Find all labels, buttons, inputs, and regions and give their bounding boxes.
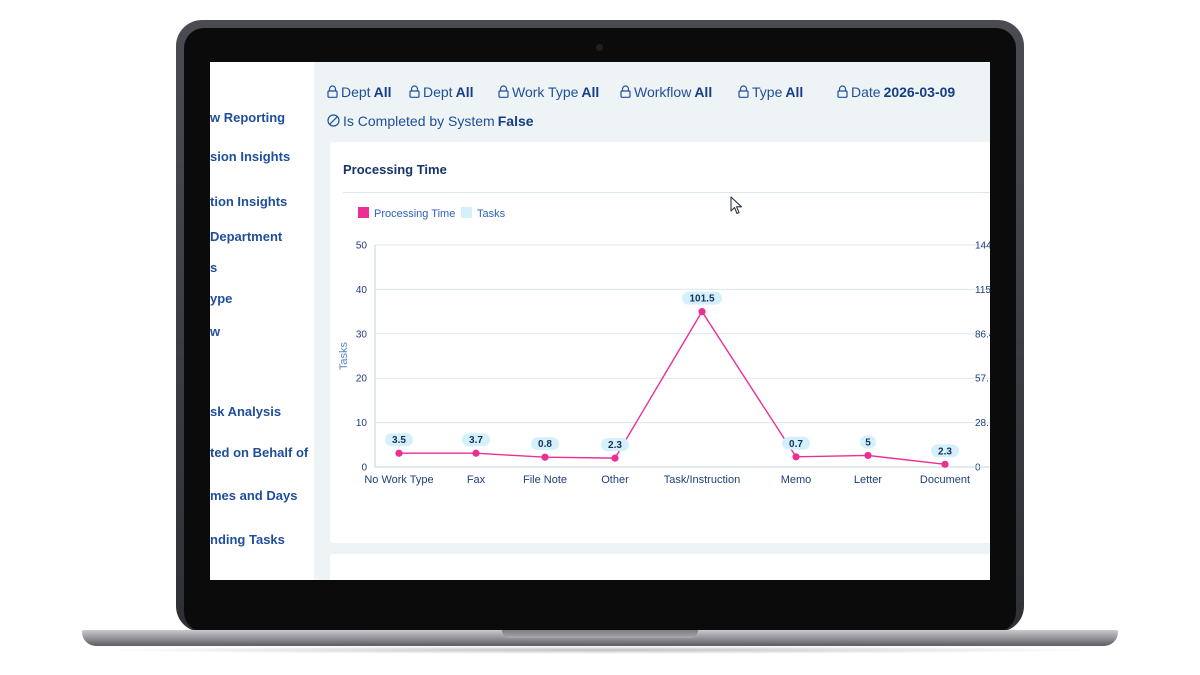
data-point <box>941 460 949 468</box>
x-tick-label: Task/Instruction <box>664 474 740 486</box>
filter-key: Type <box>752 84 783 100</box>
x-tick-label: Letter <box>854 474 882 486</box>
x-tick-label: File Note <box>523 474 567 486</box>
y2-tick-label: 115 <box>975 285 990 296</box>
processing-time-chart: 0 10 20 30 40 50 0 28. 57. 86.4 115 144 Tasks No Work… <box>338 241 990 486</box>
filter-key: Work Type <box>512 84 579 100</box>
data-label: 3.7 <box>469 435 483 446</box>
x-tick-label: No Work Type <box>364 474 433 486</box>
sidebar-item-pending-tasks[interactable]: nding Tasks <box>210 532 285 547</box>
laptop-shadow <box>90 646 1110 654</box>
y-tick-label: 0 <box>361 463 367 474</box>
sidebar-item-type[interactable]: ype <box>210 291 232 306</box>
lock-icon <box>738 85 749 98</box>
filter-value: All <box>785 84 804 100</box>
sidebar-item-action-insights[interactable]: tion Insights <box>210 194 287 209</box>
x-tick-label: Other <box>601 474 629 486</box>
lock-icon <box>837 85 848 98</box>
y-tick-label: 30 <box>356 329 368 340</box>
filter-workflow[interactable]: Workflow All <box>620 84 712 100</box>
y-tick-label: 40 <box>356 285 368 296</box>
y2-tick-label: 144 <box>975 241 990 252</box>
sidebar-item-task-analysis[interactable]: sk Analysis <box>210 404 281 419</box>
data-label: 0.7 <box>789 439 803 450</box>
data-label: 2.3 <box>608 440 622 451</box>
data-point <box>864 451 872 460</box>
data-point <box>611 454 619 462</box>
data-point <box>472 449 480 457</box>
lock-icon <box>620 85 631 98</box>
y2-tick-label: 0 <box>975 463 981 474</box>
filter-value: All <box>581 84 600 100</box>
laptop-notch <box>502 630 698 638</box>
sidebar-item-department[interactable]: Department <box>210 229 282 244</box>
x-tick-label: Memo <box>781 474 812 486</box>
x-tick-label: Fax <box>467 474 486 486</box>
data-point <box>698 308 706 316</box>
filter-is-completed-by-system[interactable]: Is Completed by System False <box>327 113 534 129</box>
lock-icon <box>498 85 509 98</box>
x-tick-label: Document <box>920 474 970 486</box>
data-point <box>541 453 549 461</box>
main-panel: Dept All Dept All Work Type All Workflow All… <box>314 62 990 580</box>
data-point <box>792 453 800 461</box>
data-label: 0.8 <box>538 439 552 450</box>
filter-key: Workflow <box>634 84 692 100</box>
filter-key: Is Completed by System <box>343 113 495 129</box>
sidebar-item-workflow[interactable]: w <box>210 324 220 339</box>
filter-key: Dept <box>423 84 453 100</box>
filter-value: False <box>497 113 534 129</box>
filter-date[interactable]: Date 2026-03-09 <box>837 84 955 100</box>
filter-dept-1[interactable]: Dept All <box>327 84 391 100</box>
y-axis-label: Tasks <box>338 341 350 370</box>
y-tick-label: 50 <box>356 241 368 252</box>
data-label: 5 <box>865 437 871 448</box>
filter-key: Date <box>851 84 881 100</box>
filter-value: All <box>455 84 474 100</box>
sidebar-item-times-and-days[interactable]: mes and Days <box>210 488 297 503</box>
sidebar-item-s[interactable]: s <box>210 260 217 275</box>
filter-value: All <box>694 84 713 100</box>
cursor-arrow-icon <box>730 196 743 215</box>
filter-type[interactable]: Type All <box>738 84 803 100</box>
y2-tick-label: 86.4 <box>975 329 990 340</box>
data-label: 101.5 <box>689 294 714 305</box>
lock-icon <box>409 85 420 98</box>
y2-tick-label: 28. <box>975 418 989 429</box>
filter-dept-2[interactable]: Dept All <box>409 84 473 100</box>
filter-value: 2026-03-09 <box>883 84 956 100</box>
next-card <box>330 554 990 580</box>
data-label: 3.5 <box>392 435 406 446</box>
data-point <box>395 449 403 457</box>
filter-key: Dept <box>341 84 371 100</box>
sidebar-item-completed-on-behalf[interactable]: ted on Behalf of <box>210 445 308 460</box>
processing-time-card: Processing Time Processing Time Tasks 01… <box>330 142 990 543</box>
disabled-circle-icon <box>327 114 340 127</box>
sidebar-item-reporting[interactable]: w Reporting <box>210 110 285 125</box>
y-tick-label: 10 <box>356 418 368 429</box>
camera-icon <box>596 44 603 51</box>
data-label: 2.3 <box>938 446 952 457</box>
y-tick-label: 20 <box>356 374 368 385</box>
y2-tick-label: 57. <box>975 374 989 385</box>
sidebar-item-session-insights[interactable]: sion Insights <box>210 149 290 164</box>
lock-icon <box>327 85 338 98</box>
filter-work-type[interactable]: Work Type All <box>498 84 599 100</box>
sidebar: w Reporting sion Insights tion Insights … <box>210 62 314 580</box>
screen: w Reporting sion Insights tion Insights … <box>210 62 990 580</box>
filter-value: All <box>373 84 392 100</box>
